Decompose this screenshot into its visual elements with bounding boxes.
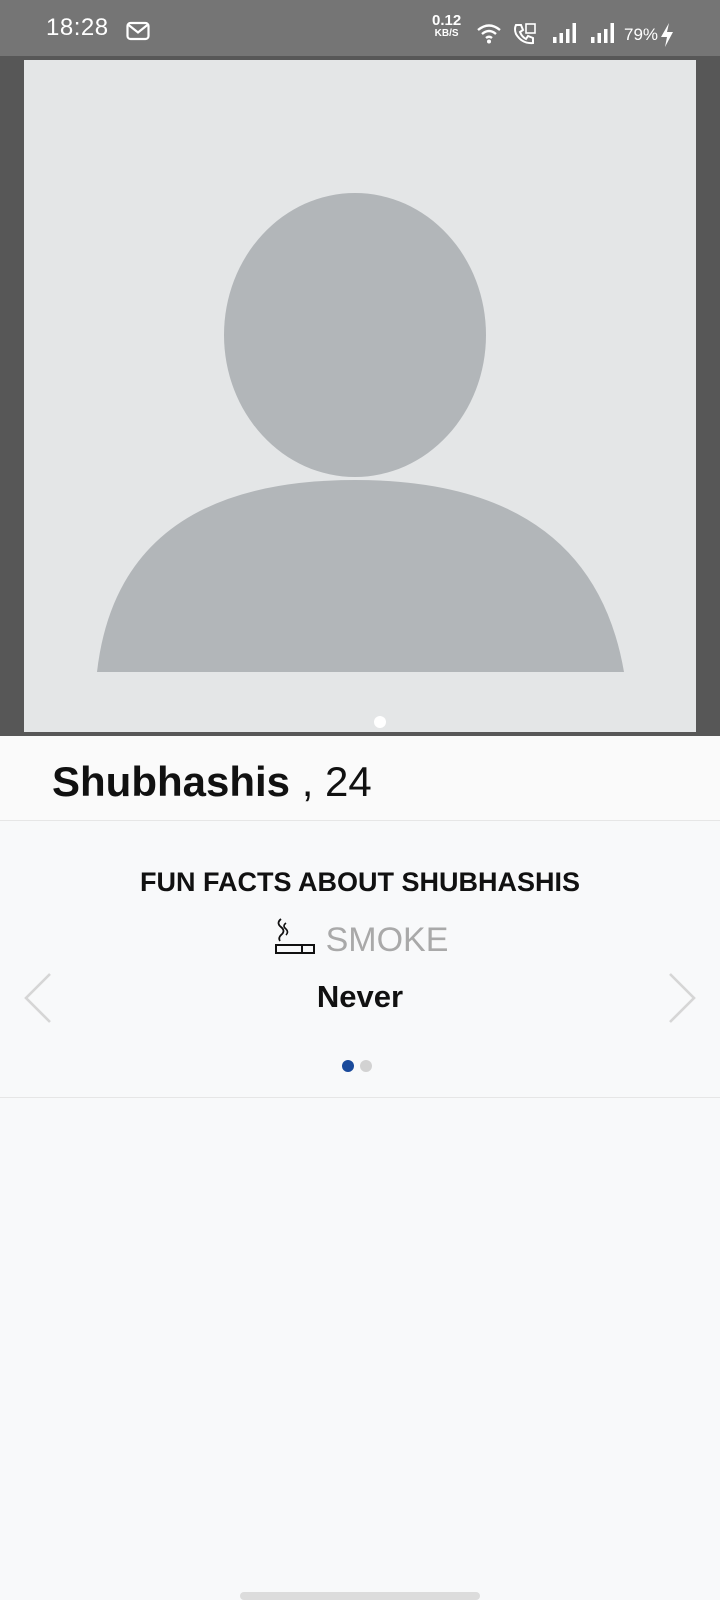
- chevron-right-icon[interactable]: [666, 971, 698, 1025]
- network-speed: 0.12 KB/S: [432, 13, 461, 39]
- network-speed-unit: KB/S: [434, 28, 459, 39]
- profile-header: Shubhashis , 24: [0, 736, 720, 821]
- fun-facts-title: FUN FACTS ABOUT SHUBHASHIS: [139, 867, 580, 897]
- status-bar: 18:28 0.12 KB/S 79%: [0, 0, 720, 56]
- fun-facts-card[interactable]: FUN FACTS ABOUT SHUBHASHIS SMOKE Never: [0, 821, 720, 1098]
- cigarette-icon: [274, 918, 315, 954]
- photo-page-indicator-dot: [374, 716, 386, 728]
- volte-call-icon: [514, 23, 536, 45]
- photo-carousel[interactable]: [0, 56, 720, 736]
- network-speed-value: 0.12: [432, 12, 462, 29]
- facts-page-indicator: [342, 1059, 378, 1072]
- avatar-placeholder-icon: [97, 193, 624, 672]
- status-time: 18:28: [46, 14, 109, 41]
- battery-percent: 79%: [624, 25, 659, 44]
- fact-value: Never: [316, 979, 404, 1014]
- fact-label-row: SMOKE: [0, 915, 720, 960]
- fact-label: SMOKE: [325, 921, 449, 959]
- page-dot[interactable]: [360, 1060, 372, 1072]
- gmail-icon: [126, 21, 150, 41]
- signal-icon: [591, 23, 614, 43]
- profile-age: , 24: [290, 758, 372, 805]
- profile-photo[interactable]: [24, 60, 696, 732]
- profile-name-age: Shubhashis , 24: [52, 758, 372, 806]
- page-dot-active[interactable]: [342, 1060, 354, 1072]
- home-indicator[interactable]: [240, 1592, 480, 1600]
- profile-name: Shubhashis: [52, 758, 291, 805]
- charging-icon: [661, 23, 673, 47]
- chevron-left-icon[interactable]: [22, 971, 54, 1025]
- signal-icon: [553, 23, 576, 43]
- wifi-icon: [477, 24, 501, 44]
